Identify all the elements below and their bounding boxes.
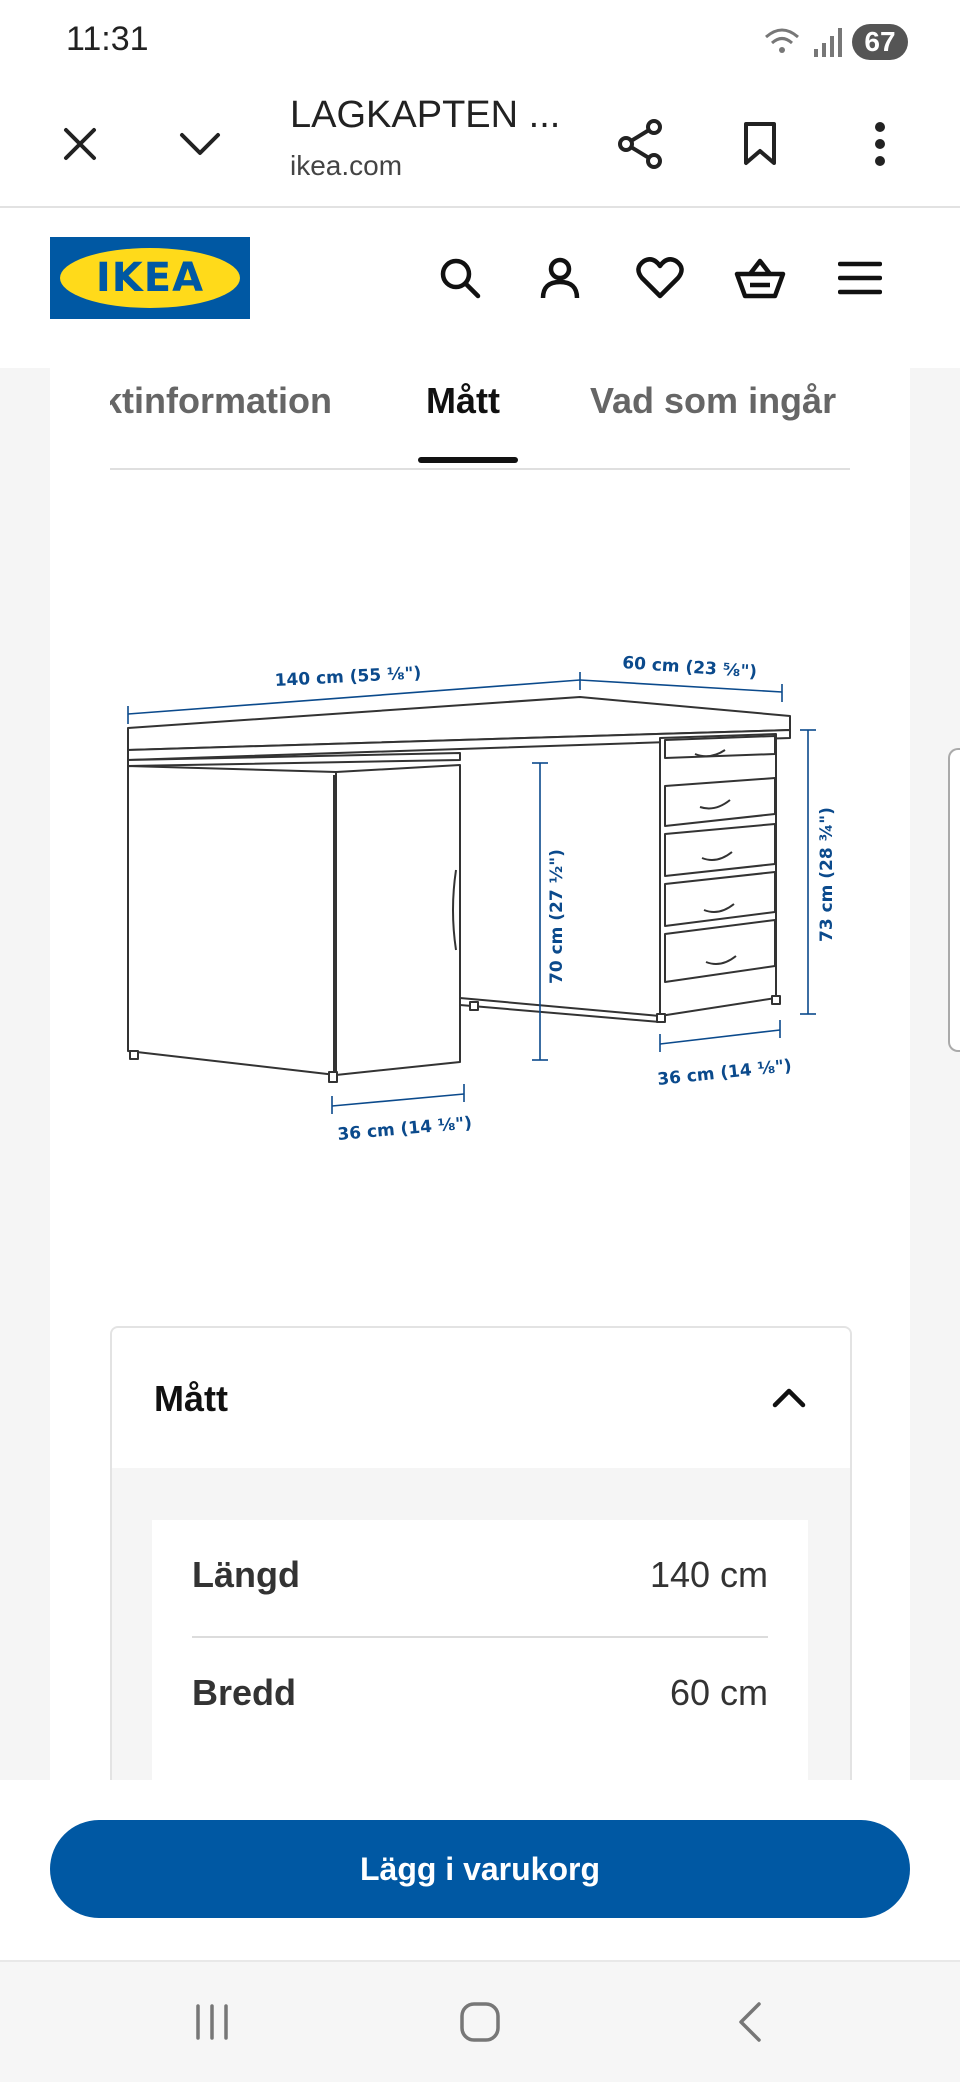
bookmark-icon (744, 122, 776, 165)
dimension-diagram: 140 cm (55 ⅛") 60 cm (23 ⅝") 73 cm (28 ¾… (127, 653, 837, 1145)
tab-active-indicator (418, 457, 518, 463)
dimensions-table: Längd 140 cm Bredd 60 cm (152, 1520, 808, 1788)
tab-product-information[interactable]: ktinformation (110, 380, 332, 422)
basket-icon (734, 258, 786, 299)
product-tabs: ktinformation Mått Vad som ingår (110, 368, 850, 470)
dimension-label-depth: 60 cm (23 ⅝") (622, 653, 758, 682)
image-carousel-handle[interactable] (948, 748, 960, 1052)
minimize-button[interactable] (160, 104, 240, 184)
wifi-icon (765, 28, 799, 53)
user-icon (540, 257, 580, 299)
favorites-button[interactable] (628, 246, 692, 310)
site-header: IKEA (0, 208, 960, 368)
ikea-logo[interactable]: IKEA (50, 237, 250, 319)
row-label: Längd (192, 1554, 300, 1595)
chevron-up-icon (772, 1388, 806, 1408)
search-icon (440, 258, 481, 299)
back-icon (739, 2002, 761, 2042)
menu-button[interactable] (828, 246, 892, 310)
accordion-title: Mått (154, 1378, 228, 1419)
tab-dimensions[interactable]: Mått (426, 380, 500, 422)
hamburger-menu-icon (838, 261, 882, 295)
more-options-button[interactable] (840, 104, 920, 184)
dimension-label-leg-height: 70 cm (27 ½") (547, 849, 567, 984)
row-label: Bredd (192, 1672, 297, 1713)
back-button[interactable] (710, 1990, 790, 2054)
close-button[interactable] (40, 104, 120, 184)
row-value: 60 cm (669, 1672, 768, 1713)
share-icon (618, 119, 662, 169)
dimension-row-length: Längd 140 cm (192, 1520, 768, 1638)
tab-included[interactable]: Vad som ingår (590, 380, 836, 422)
dimensions-accordion: Mått Längd 140 cm Bredd 60 cm (110, 1326, 852, 1790)
search-button[interactable] (428, 246, 492, 310)
row-value: 140 cm (649, 1554, 768, 1595)
bookmark-button[interactable] (720, 104, 800, 184)
dimension-row-width: Bredd 60 cm (192, 1638, 768, 1754)
browser-toolbar: LAGKAPTEN ... ikea.com (0, 84, 960, 208)
logo-text: IKEA (95, 255, 205, 301)
dimension-label-length: 140 cm (55 ⅛") (274, 663, 422, 691)
page-domain[interactable]: ikea.com (290, 150, 402, 182)
home-icon (460, 2002, 500, 2042)
profile-button[interactable] (528, 246, 592, 310)
cart-button[interactable] (728, 246, 792, 310)
collapse-button[interactable] (764, 1372, 814, 1422)
page-title[interactable]: LAGKAPTEN ... (290, 94, 560, 137)
accordion-header[interactable]: Mått (112, 1328, 850, 1468)
dimension-label-total-height: 73 cm (28 ¾") (817, 807, 837, 942)
signal-icon (814, 28, 842, 57)
chevron-down-icon (180, 133, 220, 155)
close-icon (64, 128, 96, 160)
heart-icon (636, 257, 684, 299)
system-navigation-bar (0, 1960, 960, 2082)
recent-apps-button[interactable] (172, 1990, 252, 2054)
status-icons: 67 (762, 22, 908, 62)
recent-apps-icon (196, 2004, 228, 2040)
dimension-label-cabinet-width: 36 cm (14 ⅛") (337, 1113, 473, 1145)
status-time: 11:31 (66, 20, 149, 58)
battery-indicator: 67 (852, 24, 908, 60)
home-button[interactable] (440, 1990, 520, 2054)
share-button[interactable] (600, 104, 680, 184)
add-to-cart-button[interactable]: Lägg i varukorg (50, 1820, 910, 1918)
dimension-label-drawer-width: 36 cm (14 ⅛") (656, 1056, 792, 1090)
status-bar: 11:31 67 (0, 0, 960, 84)
more-vertical-icon (875, 122, 885, 166)
